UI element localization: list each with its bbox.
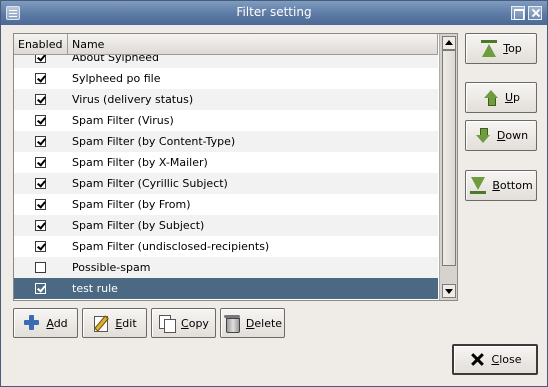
close-window-icon[interactable] — [528, 6, 542, 20]
vertical-scrollbar[interactable] — [439, 34, 457, 300]
filter-list[interactable]: Enabled Name About Sylpheed Sylpheed po f… — [13, 33, 458, 301]
enabled-checkbox[interactable] — [35, 94, 46, 105]
add-mnemonic: A — [46, 316, 54, 330]
delete-button[interactable]: Delete — [220, 308, 285, 338]
window-title: Filter setting — [236, 5, 312, 19]
close-label: lose — [499, 353, 522, 366]
enabled-checkbox[interactable] — [35, 115, 46, 126]
table-row[interactable]: Possible-spam — [14, 257, 438, 278]
list-header: Enabled Name — [14, 34, 438, 55]
titlebar[interactable]: Filter setting — [1, 1, 547, 25]
edit-icon — [92, 314, 110, 332]
enabled-checkbox[interactable] — [35, 178, 46, 189]
arrow-down-icon — [474, 127, 492, 145]
filter-name: Possible-spam — [72, 261, 151, 274]
top-button[interactable]: Top — [465, 33, 537, 64]
down-label: own — [505, 129, 529, 142]
enabled-checkbox[interactable] — [35, 157, 46, 168]
delete-label: elete — [254, 316, 283, 330]
edit-button[interactable]: Edit — [82, 308, 147, 338]
top-label: op — [508, 42, 522, 55]
edit-label: dit — [122, 316, 137, 330]
enabled-checkbox[interactable] — [35, 199, 46, 210]
column-header-name[interactable]: Name — [68, 34, 438, 55]
list-rows-inner: About Sylpheed Sylpheed po file Virus (del… — [14, 55, 438, 299]
filter-name: Spam Filter (Virus) — [72, 114, 174, 127]
maximize-icon[interactable] — [511, 6, 525, 20]
add-button[interactable]: Add — [13, 308, 78, 338]
table-row[interactable]: Spam Filter (Cyrillic Subject) — [14, 173, 438, 194]
bottom-label: ottom — [499, 179, 533, 192]
table-row[interactable]: About Sylpheed — [14, 55, 438, 68]
close-button[interactable]: Close — [452, 344, 538, 375]
list-rows: About Sylpheed Sylpheed po file Virus (del… — [14, 55, 438, 300]
down-button[interactable]: Down — [465, 120, 537, 151]
arrow-up-icon — [482, 89, 500, 107]
table-row[interactable]: Spam Filter (by Subject) — [14, 215, 438, 236]
enabled-checkbox[interactable] — [35, 220, 46, 231]
trash-icon — [223, 314, 241, 333]
add-icon — [23, 314, 41, 332]
enabled-checkbox[interactable] — [35, 136, 46, 147]
close-icon — [469, 351, 487, 369]
table-row[interactable]: Sylpheed po file — [14, 68, 438, 89]
filter-name: Spam Filter (by Content-Type) — [72, 135, 236, 148]
filter-name: Spam Filter (Cyrillic Subject) — [72, 177, 228, 190]
filter-name: About Sylpheed — [72, 55, 160, 64]
copy-label: opy — [188, 316, 209, 330]
table-row[interactable]: Spam Filter (Virus) — [14, 110, 438, 131]
enabled-checkbox[interactable] — [35, 283, 46, 294]
table-row[interactable]: Spam Filter (by Content-Type) — [14, 131, 438, 152]
copy-button[interactable]: Copy — [151, 308, 216, 338]
table-row[interactable]: test rule — [14, 278, 438, 299]
arrow-bottom-icon — [469, 176, 487, 195]
enabled-checkbox[interactable] — [35, 262, 46, 273]
scroll-up-icon[interactable] — [442, 36, 456, 50]
add-label: dd — [53, 316, 68, 330]
filter-name: Sylpheed po file — [72, 72, 161, 85]
bottom-mnemonic: B — [492, 179, 500, 192]
filter-name: Spam Filter (by X-Mailer) — [72, 156, 208, 169]
scrollbar-thumb[interactable] — [442, 50, 456, 266]
enabled-checkbox[interactable] — [35, 241, 46, 252]
copy-mnemonic: C — [181, 316, 189, 330]
enabled-checkbox[interactable] — [35, 55, 46, 63]
filter-name: Virus (delivery status) — [72, 93, 194, 106]
up-label: p — [513, 91, 521, 104]
enabled-checkbox[interactable] — [35, 73, 46, 84]
copy-icon — [158, 314, 177, 333]
table-row[interactable]: Spam Filter (by From) — [14, 194, 438, 215]
filter-setting-window: Filter setting Enabled Name About Sylphe… — [0, 0, 548, 387]
up-button[interactable]: Up — [465, 82, 537, 113]
up-mnemonic: U — [504, 91, 514, 104]
scroll-down-icon[interactable] — [442, 284, 456, 298]
table-row[interactable]: Spam Filter (undisclosed-recipients) — [14, 236, 438, 257]
filter-name: test rule — [72, 282, 118, 295]
filter-name: Spam Filter (by From) — [72, 198, 191, 211]
table-row[interactable]: Spam Filter (by X-Mailer) — [14, 152, 438, 173]
filter-name: Spam Filter (undisclosed-recipients) — [72, 240, 270, 253]
bottom-button[interactable]: Bottom — [465, 170, 537, 201]
arrow-top-icon — [480, 39, 498, 58]
filter-name: Spam Filter (by Subject) — [72, 219, 205, 232]
table-row[interactable]: Virus (delivery status) — [14, 89, 438, 110]
column-header-enabled[interactable]: Enabled — [14, 34, 68, 55]
